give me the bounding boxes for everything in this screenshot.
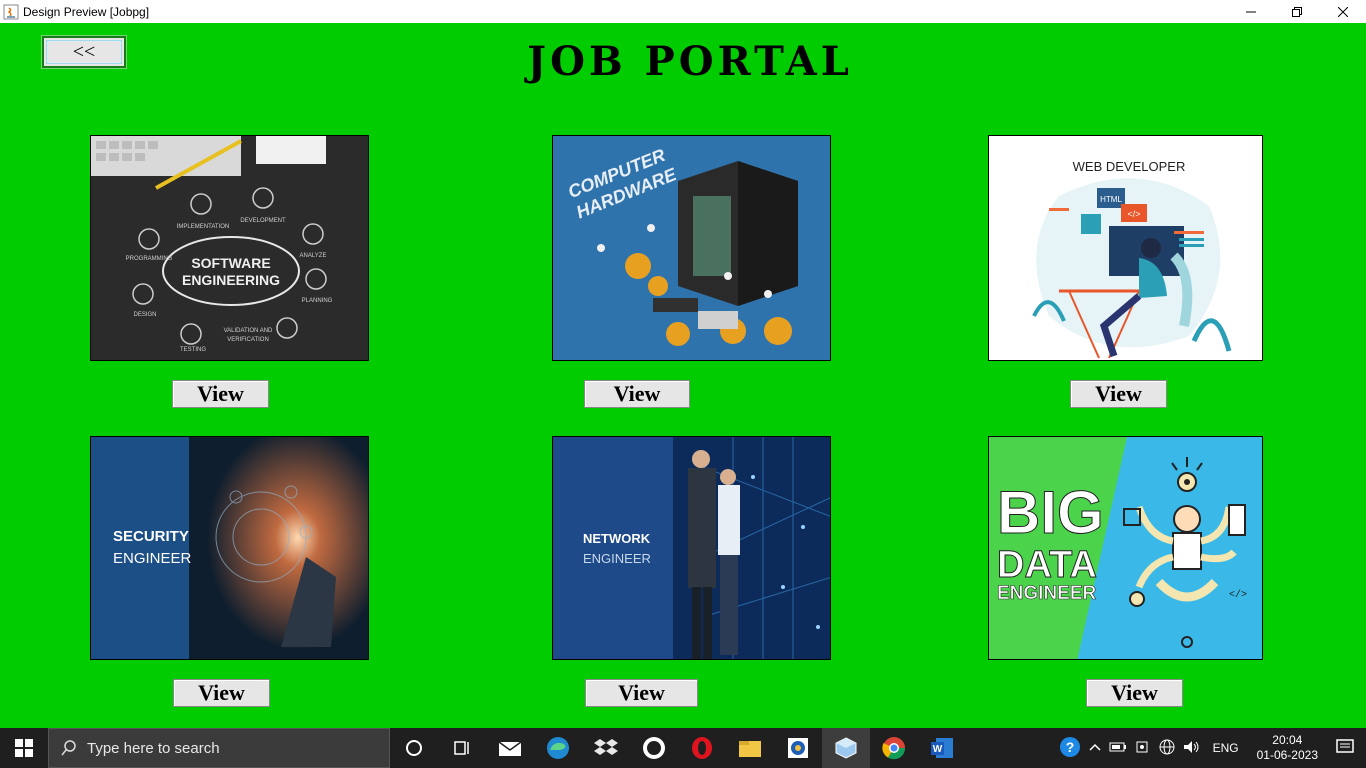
web-developer-image: WEB DEVELOPER HTML </> [988, 135, 1263, 361]
system-tray: ? ENG 20:04 01-06-2023 [1055, 728, 1366, 768]
page-title: JOB PORTAL [527, 38, 853, 85]
view-computer-hardware-button[interactable]: View [584, 380, 690, 408]
planning-label: PLANNING [302, 298, 333, 304]
search-icon [61, 740, 76, 756]
cortana-button[interactable] [390, 728, 438, 768]
taskbar: Type here to search W ? ENG 20:04 01-06-… [0, 728, 1366, 768]
development-label: DEVELOPMENT [240, 218, 286, 224]
app-content: << JOB PORTAL SOFTWARE ENGINEERING IMPLE… [0, 23, 1366, 728]
virtualbox-app[interactable] [822, 728, 870, 768]
cortana-icon [406, 740, 422, 756]
software-engineering-image: SOFTWARE ENGINEERING IMPLEMENTATION DEVE… [90, 135, 369, 361]
web-developer-label: WEB DEVELOPER [1073, 159, 1186, 174]
restore-icon [1292, 6, 1302, 17]
engineer-label: ENGINEER [997, 583, 1097, 604]
chrome-icon [882, 737, 906, 760]
network-engineer-label: ENGINEER [583, 551, 651, 566]
close-button[interactable] [1320, 0, 1366, 23]
clock[interactable]: 20:04 01-06-2023 [1257, 733, 1318, 763]
file-explorer-app[interactable] [726, 728, 774, 768]
testing-label: TESTING [180, 347, 206, 353]
mail-app[interactable] [486, 728, 534, 768]
dropbox-icon [594, 739, 618, 755]
close-icon [1338, 6, 1348, 17]
photos-app[interactable] [774, 728, 822, 768]
programming-label: PROGRAMMING [126, 256, 173, 262]
help-icon: ? [1059, 736, 1080, 757]
window-titlebar: Design Preview [Jobpg] [0, 0, 1366, 23]
task-view-icon [454, 741, 469, 755]
opera-app[interactable] [678, 728, 726, 768]
java-app-icon [3, 4, 19, 19]
word-app[interactable]: W [918, 728, 966, 768]
notification-icon [1336, 738, 1354, 753]
view-web-developer-button[interactable]: View [1070, 380, 1167, 408]
engineering-label: ENGINEERING [182, 272, 280, 288]
mail-icon [498, 741, 522, 756]
view-network-engineer-button[interactable]: View [585, 679, 698, 707]
implementation-label: IMPLEMENTATION [177, 224, 229, 230]
window-title: Design Preview [Jobpg] [23, 4, 150, 19]
security-label: SECURITY [113, 528, 189, 545]
security-engineer-label: ENGINEER [113, 550, 192, 567]
network-engineer-image: NETWORK ENGINEER [552, 436, 831, 660]
minimize-button[interactable] [1228, 0, 1274, 23]
taskbar-search-box[interactable]: Type here to search [48, 728, 390, 768]
edge-icon [547, 737, 569, 759]
security-engineer-image: SECURITY ENGINEER [90, 436, 369, 660]
volume-tray-button[interactable] [1183, 740, 1201, 757]
help-tray-button[interactable]: ? [1059, 736, 1081, 761]
meet-now-icon [1136, 741, 1148, 752]
clock-time: 20:04 [1272, 733, 1303, 747]
edge-app[interactable] [534, 728, 582, 768]
windows-icon [15, 739, 33, 757]
code-label: </> [1229, 589, 1247, 601]
html-label: HTML [1100, 195, 1122, 204]
view-security-engineer-button[interactable]: View [173, 679, 270, 707]
photos-icon [788, 738, 808, 758]
clock-date: 01-06-2023 [1256, 748, 1318, 762]
computer-hardware-image: COMPUTER HARDWARE [552, 135, 831, 361]
svg-text:W: W [933, 744, 943, 755]
chevron-up-icon [1089, 743, 1101, 751]
github-icon [643, 737, 665, 759]
validation-label: VALIDATION AND [224, 328, 273, 334]
view-big-data-engineer-button[interactable]: View [1086, 679, 1183, 707]
analyze-label: ANALYZE [300, 253, 327, 259]
view-software-engineering-button[interactable]: View [172, 380, 269, 408]
language-indicator[interactable]: ENG [1213, 741, 1239, 755]
design-label: DESIGN [133, 312, 156, 318]
speaker-icon [1183, 740, 1199, 753]
back-button[interactable]: << [41, 35, 127, 69]
big-data-engineer-image: BIG DATA ENGINEER </> [988, 436, 1263, 660]
task-view-button[interactable] [438, 728, 486, 768]
battery-icon [1109, 742, 1126, 751]
globe-icon [1159, 739, 1175, 754]
start-button[interactable] [0, 728, 48, 768]
search-placeholder: Type here to search [87, 739, 220, 757]
dropbox-app[interactable] [582, 728, 630, 768]
chrome-app[interactable] [870, 728, 918, 768]
github-app[interactable] [630, 728, 678, 768]
network-label: NETWORK [583, 531, 651, 546]
network-tray-button[interactable] [1159, 739, 1175, 758]
software-label: SOFTWARE [191, 255, 270, 271]
show-hidden-icons-button[interactable] [1089, 741, 1101, 755]
svg-text:?: ? [1065, 739, 1074, 755]
opera-icon [692, 737, 712, 759]
minimize-icon [1246, 11, 1256, 12]
notifications-button[interactable] [1336, 738, 1354, 758]
meet-now-tray-button[interactable] [1135, 740, 1151, 757]
code-tag-label: </> [1127, 209, 1140, 219]
battery-tray-button[interactable] [1109, 741, 1127, 756]
data-label: DATA [997, 544, 1097, 586]
file-explorer-icon [739, 741, 761, 757]
virtualbox-icon [835, 737, 857, 759]
big-label: BIG [997, 479, 1104, 546]
word-icon: W [931, 738, 953, 758]
restore-button[interactable] [1274, 0, 1320, 23]
verification-label: VERIFICATION [227, 337, 269, 343]
